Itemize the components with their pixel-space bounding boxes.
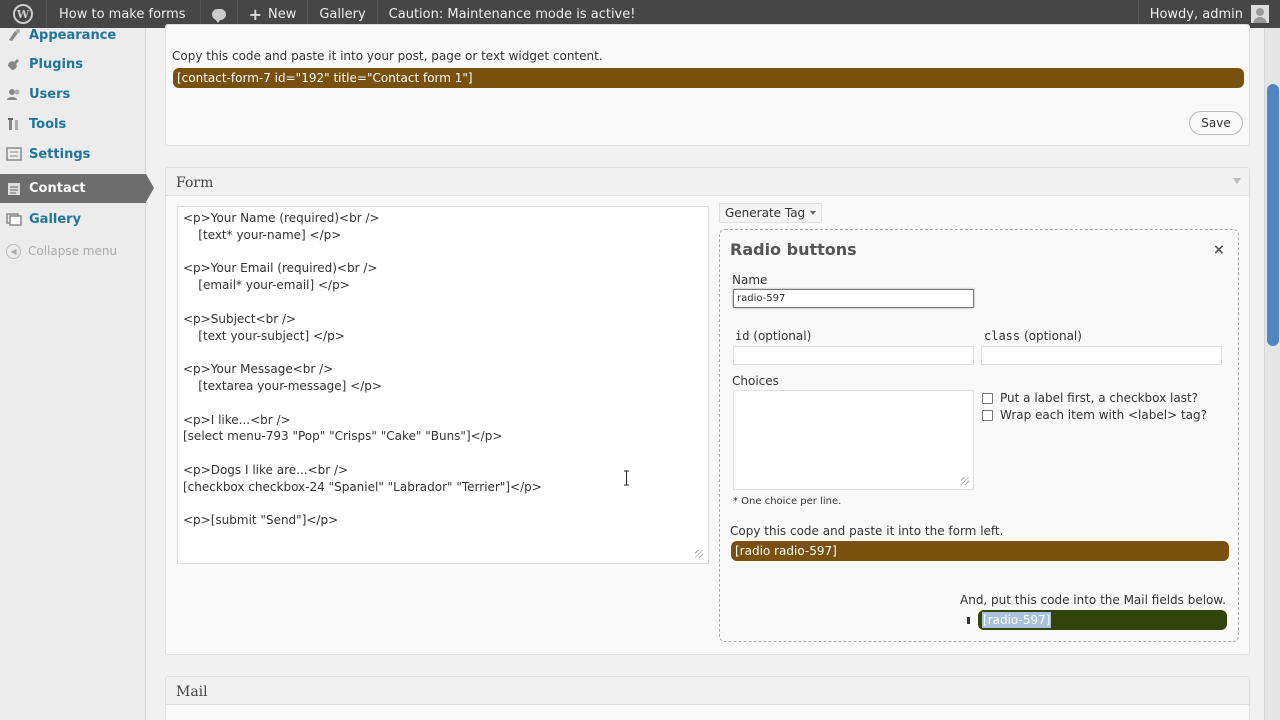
id-label-suffix: (optional) (753, 329, 812, 343)
wrap-label-checkbox[interactable]: Wrap each item with <label> tag? (982, 408, 1207, 422)
plus-icon: + (248, 4, 262, 24)
form-box: Form Generate Tag Radio buttons × Name i… (165, 167, 1250, 655)
collapse-menu-label: Collapse menu (28, 244, 118, 258)
mail-tag-selected-text: [radio-597] (982, 612, 1052, 628)
settings-icon (6, 146, 22, 162)
sidebar-item-plugins[interactable]: Plugins (0, 49, 146, 79)
checkbox-icon (982, 409, 993, 421)
chevron-down-icon (810, 211, 817, 215)
sidebar-item-label: Settings (29, 146, 91, 162)
sidebar-item-label: Gallery (29, 211, 82, 227)
sidebar-item-label: Tools (29, 116, 67, 132)
sidebar-item-users[interactable]: Users (0, 79, 146, 109)
mail-instruction: And, put this code into the Mail fields … (960, 593, 1226, 607)
mail-box-title: Mail (176, 684, 208, 700)
shortcode-box: Copy this code and paste it into your po… (165, 24, 1250, 146)
name-label: Name (732, 273, 768, 287)
collapse-menu-button[interactable]: ◀ Collapse menu (0, 236, 146, 266)
gallery-icon (6, 211, 22, 227)
new-label: New (268, 6, 297, 22)
generate-tag-dropdown[interactable]: Generate Tag (719, 203, 823, 223)
label-first-label: Put a label first, a checkbox last? (1000, 391, 1199, 405)
class-input[interactable] (981, 346, 1222, 365)
choices-textarea[interactable] (733, 390, 974, 490)
save-button[interactable]: Save (1189, 111, 1243, 135)
plugins-icon (6, 56, 22, 72)
admin-sidebar: Appearance Plugins Users Tools Settings … (0, 28, 154, 720)
sidebar-item-appearance[interactable]: Appearance (0, 20, 146, 50)
sidebar-item-tools[interactable]: Tools (0, 109, 146, 139)
main-content: Copy this code and paste it into your po… (146, 24, 1264, 720)
sidebar-item-label: Appearance (29, 27, 117, 43)
choices-note: * One choice per line. (733, 496, 842, 507)
choices-label: Choices (732, 374, 779, 388)
form-tag-code[interactable]: [radio radio-597] (731, 541, 1229, 561)
sidebar-item-contact[interactable]: Contact (0, 174, 154, 203)
copy-instruction: Copy this code and paste it into the for… (730, 524, 1004, 538)
tag-generator-title: Radio buttons (730, 240, 857, 259)
shortcode-instruction: Copy this code and paste it into your po… (172, 49, 603, 63)
sidebar-item-label: Users (29, 86, 71, 102)
contact-icon (6, 181, 22, 197)
mail-tag-code[interactable]: [radio-597] (978, 610, 1227, 630)
id-label-code: id (735, 329, 750, 343)
label-first-checkbox[interactable]: Put a label first, a checkbox last? (982, 391, 1198, 405)
collapse-icon: ◀ (6, 243, 21, 259)
class-label-suffix: (optional) (1023, 329, 1082, 343)
scroll-track-top[interactable] (1265, 28, 1280, 84)
id-input[interactable] (733, 346, 974, 365)
avatar (1251, 5, 1269, 23)
sidebar-item-gallery[interactable]: Gallery (0, 204, 146, 234)
mail-box-header[interactable] (166, 677, 1249, 705)
close-icon[interactable]: × (1213, 242, 1225, 258)
generate-tag-label: Generate Tag (725, 206, 806, 220)
resize-grip-icon[interactable] (961, 477, 969, 485)
form-box-header[interactable] (166, 168, 1249, 196)
sidebar-item-label: Plugins (29, 56, 83, 72)
users-icon (6, 86, 22, 102)
checkbox-icon (982, 392, 993, 404)
form-shortcode[interactable]: [contact-form-7 id="192" title="Contact … (173, 68, 1244, 88)
appearance-icon (6, 27, 22, 43)
resize-grip-icon[interactable] (695, 550, 703, 558)
form-code-editor[interactable] (177, 206, 709, 564)
wrap-label-label: Wrap each item with <label> tag? (1000, 408, 1207, 422)
comment-bubble-icon (211, 8, 226, 23)
sidebar-item-label: Contact (29, 181, 86, 196)
tools-icon (6, 116, 22, 132)
scrollbar-thumb[interactable] (1267, 84, 1279, 346)
text-cursor-icon (623, 470, 630, 486)
name-input[interactable] (733, 289, 974, 308)
mail-box: Mail (165, 676, 1250, 720)
tag-generator-pane: Radio buttons × Name id (optional) class… (719, 229, 1239, 642)
page-scrollbar[interactable] (1264, 28, 1280, 720)
sidebar-item-settings[interactable]: Settings (0, 139, 146, 169)
class-label: class (optional) (984, 329, 1082, 343)
tiny-marker-icon (967, 617, 970, 624)
class-label-code: class (984, 329, 1021, 343)
toggle-arrow-icon[interactable] (1233, 178, 1241, 184)
id-label: id (optional) (735, 329, 811, 343)
form-box-title: Form (176, 175, 214, 191)
greeting-text: Howdy, admin (1149, 6, 1243, 22)
